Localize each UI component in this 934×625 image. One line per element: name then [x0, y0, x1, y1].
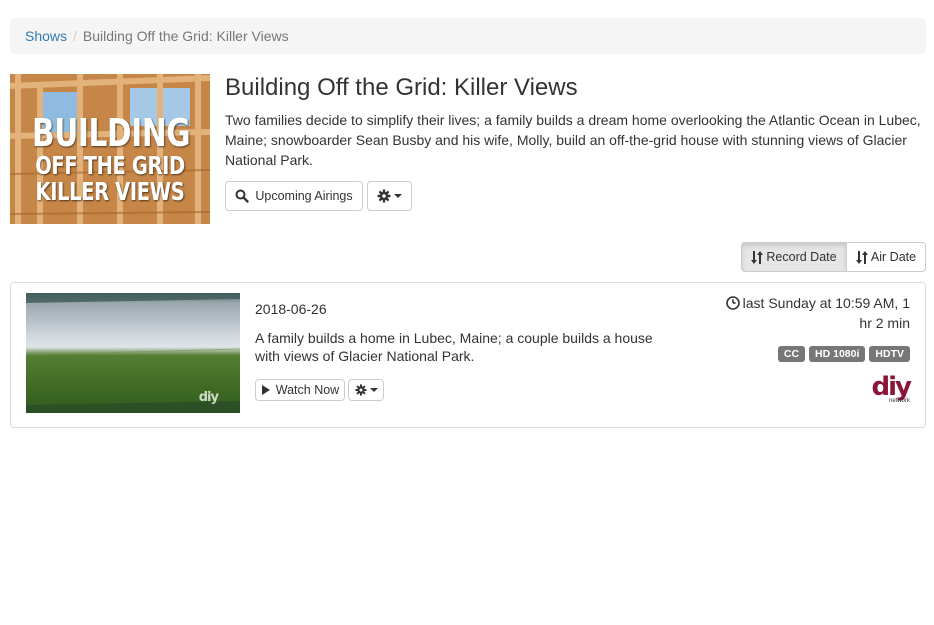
badge-hdtv: HDTV: [869, 346, 910, 362]
sort-air-date-button[interactable]: Air Date: [846, 242, 926, 272]
episode-description: A family builds a home in Lubec, Maine; …: [255, 330, 653, 364]
show-settings-dropdown[interactable]: [367, 181, 412, 211]
breadcrumb-separator: /: [73, 28, 77, 44]
breadcrumb-current: Building Off the Grid: Killer Views: [82, 28, 289, 44]
chevron-down-icon: [369, 388, 378, 392]
episode-time-text: last Sunday at 10:59 AM, 1 hr 2 min: [742, 295, 910, 331]
network-logo-mark: diy: [871, 372, 913, 402]
breadcrumb-shows-link[interactable]: Shows: [25, 28, 67, 44]
badge-hd: HD 1080i: [809, 346, 866, 362]
sort-icon: [751, 250, 764, 264]
watch-now-label: Watch Now: [275, 383, 340, 397]
episode-thumbnail[interactable]: diy: [26, 293, 240, 413]
sort-record-date-label: Record Date: [766, 250, 837, 264]
episode-panel: diy 2018-06-26 A family builds a home in…: [10, 282, 926, 428]
quality-badges: CC HD 1080i HDTV: [777, 346, 910, 362]
upcoming-airings-button[interactable]: Upcoming Airings: [225, 181, 363, 211]
episode-air-time: last Sunday at 10:59 AM, 1 hr 2 min: [710, 293, 910, 333]
thumbnail-watermark: diy: [198, 390, 219, 405]
episode-settings-dropdown[interactable]: [348, 379, 384, 401]
sort-icon: [855, 250, 868, 264]
play-icon: [261, 385, 270, 395]
upcoming-airings-label: Upcoming Airings: [255, 189, 353, 203]
gear-icon: [377, 189, 391, 203]
poster-title-line-2: OFF THE GRID: [35, 151, 185, 180]
poster-title-line-1: BUILDING: [32, 111, 191, 155]
badge-cc: CC: [777, 346, 806, 362]
show-description: Two families decide to simplify their li…: [225, 112, 921, 168]
episode-date: 2018-06-26: [255, 301, 327, 317]
poster-title-line-3: KILLER VIEWS: [35, 177, 185, 206]
chevron-down-icon: [394, 194, 402, 198]
sort-air-date-label: Air Date: [870, 250, 917, 264]
watch-now-button[interactable]: Watch Now: [255, 379, 345, 401]
clock-icon: [725, 296, 740, 310]
search-icon: [235, 189, 250, 203]
gear-icon: [354, 384, 367, 396]
show-poster: BUILDING OFF THE GRID KILLER VIEWS: [10, 74, 210, 224]
sort-record-date-button[interactable]: Record Date: [741, 242, 847, 272]
breadcrumb: Shows / Building Off the Grid: Killer Vi…: [10, 18, 926, 54]
show-title: Building Off the Grid: Killer Views: [225, 74, 578, 101]
network-logo: diy network: [871, 372, 913, 405]
